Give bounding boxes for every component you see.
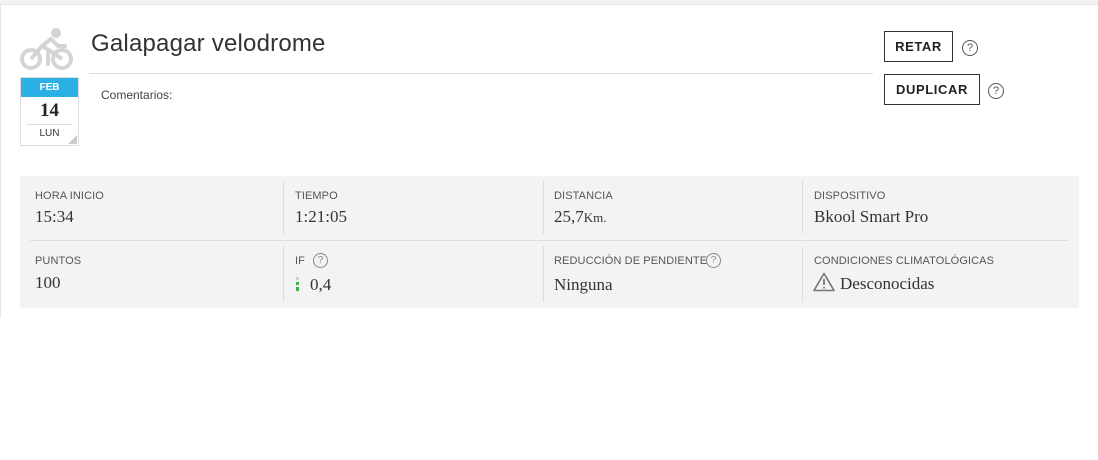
puntos-label: PUNTOS [35,255,82,267]
bicycle-icon [20,28,73,70]
column-divider [802,246,803,302]
help-icon[interactable]: ? [962,40,978,56]
column-divider [543,246,544,302]
distancia-value-group: 25,7Km. [554,207,607,227]
column-divider [283,180,284,234]
duplicar-button[interactable]: DUPLICAR [884,74,980,105]
puntos-value: 100 [35,273,61,292]
row-divider [30,240,1068,241]
calendar-month: FEB [21,78,78,97]
reduccion-label: REDUCCIÓN DE PENDIENTE [554,255,708,267]
hora-inicio-label: HORA INICIO [35,190,104,202]
if-level-indicator [296,277,299,291]
help-icon[interactable]: ? [706,253,721,268]
date-calendar: FEB 14 LUN [20,77,79,146]
if-label: IF [295,255,305,267]
calendar-divider [27,124,72,125]
dispositivo-label: DISPOSITIVO [814,190,886,202]
tiempo-value: 1:21:05 [295,207,347,226]
clima-label: CONDICIONES CLIMATOLÓGICAS [814,255,995,267]
distancia-value: 25,7 [554,207,584,226]
comments-label: Comentarios: [101,88,173,102]
left-border [0,5,1,318]
distancia-label: DISTANCIA [554,190,613,202]
title-divider [89,73,873,74]
top-border [0,0,1098,5]
stats-panel: HORA INICIO 15:34 TIEMPO 1:21:05 DISTANC… [20,176,1079,308]
retar-button[interactable]: RETAR [884,31,953,62]
help-icon[interactable]: ? [313,253,328,268]
column-divider [802,180,803,234]
hora-inicio-value: 15:34 [35,207,74,226]
dispositivo-value: Bkool Smart Pro [814,207,929,226]
tiempo-label: TIEMPO [295,190,338,202]
calendar-page-fold [68,135,77,144]
column-divider [283,246,284,302]
help-icon[interactable]: ? [988,83,1004,99]
reduccion-value: Ninguna [554,275,613,294]
warning-triangle-icon [813,272,835,292]
column-divider [543,180,544,234]
distancia-unit: Km. [583,210,607,225]
if-value: 0,4 [310,275,332,294]
clima-value: Desconocidas [840,274,935,293]
calendar-day: 14 [40,100,59,121]
workout-title: Galapagar velodrome [91,30,326,57]
